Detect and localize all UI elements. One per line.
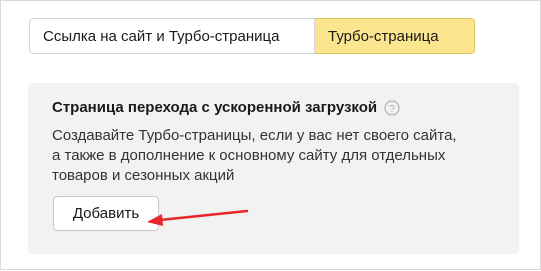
card-title: Страница перехода с ускоренной загрузкой (52, 99, 378, 116)
tab-label: Ссылка на сайт и Турбо-страница (43, 27, 280, 45)
svg-text:?: ? (389, 104, 395, 115)
question-circle-icon[interactable]: ? (384, 99, 400, 116)
card-header: Страница перехода с ускоренной загрузкой… (52, 99, 400, 116)
add-button[interactable]: Добавить (53, 196, 159, 231)
tab-bar: Ссылка на сайт и Турбо-страница Турбо-ст… (29, 18, 475, 54)
panel-frame: Ссылка на сайт и Турбо-страница Турбо-ст… (0, 0, 541, 270)
tab-label: Турбо-страница (328, 27, 439, 45)
tab-link-and-turbo[interactable]: Ссылка на сайт и Турбо-страница (29, 18, 315, 54)
card-description: Создавайте Турбо-страницы, если у вас не… (52, 127, 457, 184)
turbo-page-card: Страница перехода с ускоренной загрузкой… (28, 83, 519, 254)
tab-turbo-page[interactable]: Турбо-страница (315, 18, 475, 54)
